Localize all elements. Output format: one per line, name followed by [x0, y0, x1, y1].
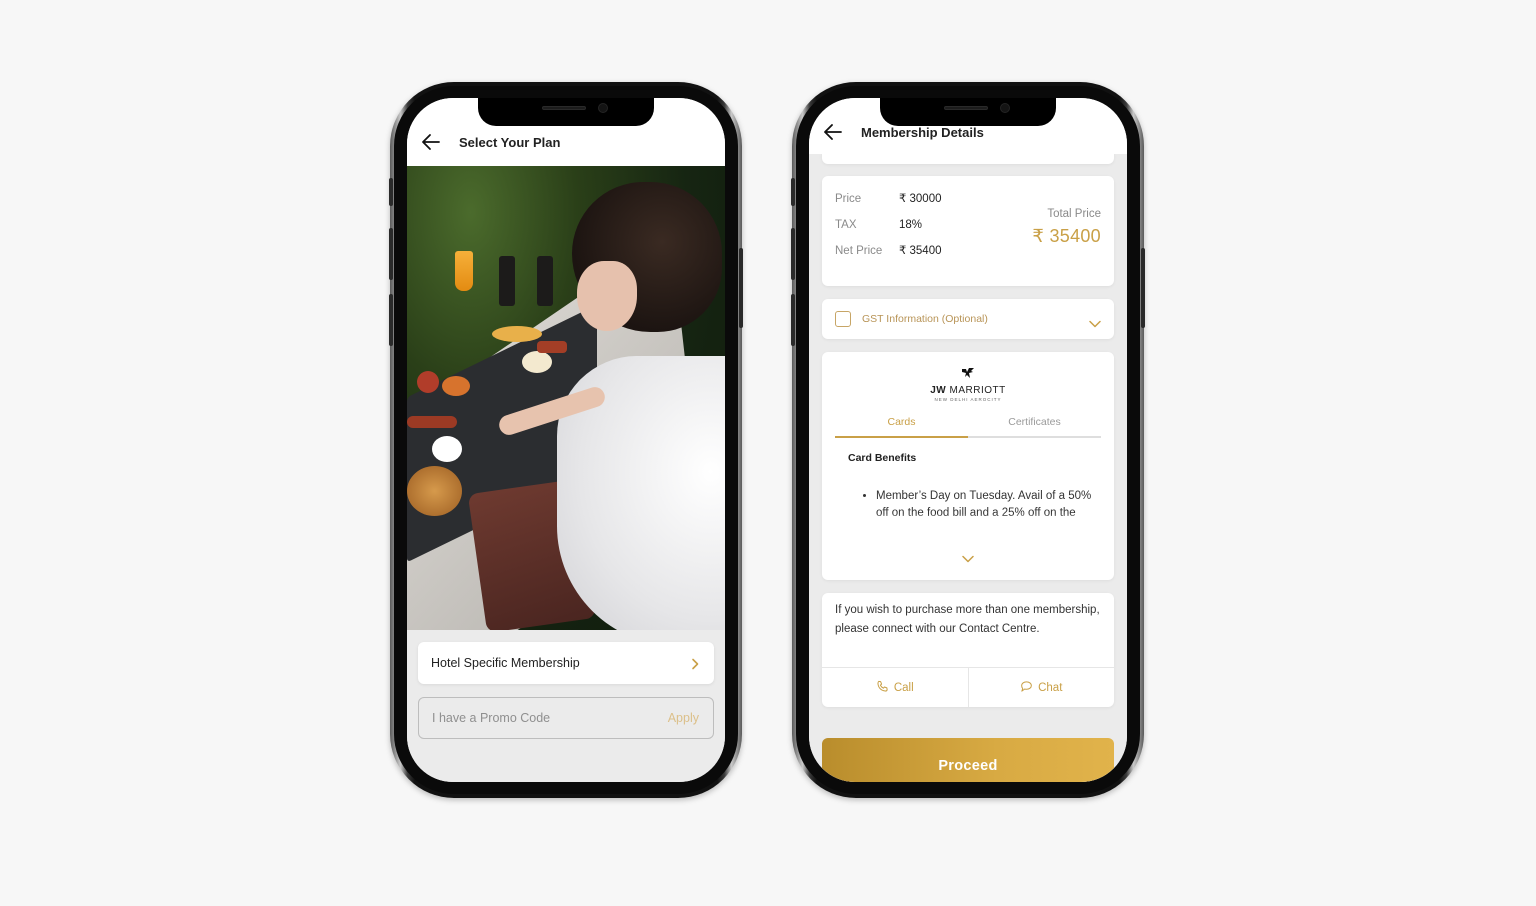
- chat-bubble-icon: [1020, 680, 1033, 696]
- chat-button[interactable]: Chat: [967, 668, 1115, 707]
- page-title: Membership Details: [861, 125, 984, 140]
- phone-mockup-membership-details: Membership Details Price ₹ 30000 TAX 18%…: [791, 82, 1145, 798]
- price-label: Price: [835, 193, 862, 205]
- chat-label: Chat: [1038, 681, 1063, 694]
- mute-switch: [389, 178, 393, 206]
- total-price: Total Price ₹ 35400: [1032, 190, 1101, 272]
- hotel-specific-membership-option[interactable]: Hotel Specific Membership: [418, 642, 714, 684]
- screen: Select Your Plan Hotel Specific Membersh…: [407, 98, 725, 782]
- tab-cards[interactable]: Cards: [835, 416, 968, 438]
- card-benefits-title: Card Benefits: [848, 452, 917, 464]
- plan-content: Hotel Specific Membership Apply: [407, 630, 725, 782]
- food-ramekin: [432, 436, 462, 462]
- food-egg: [522, 351, 552, 373]
- jw-marriott-logo: JW MARRIOTT NEW DELHI AEROCITY: [835, 366, 1101, 402]
- speaker: [944, 106, 988, 110]
- tax-label: TAX: [835, 219, 857, 231]
- volume-up-button: [389, 228, 393, 280]
- food-bacon: [537, 341, 567, 353]
- brand-name-rest: MARRIOTT: [946, 385, 1006, 396]
- contact-centre-card: If you wish to purchase more than one me…: [822, 593, 1114, 707]
- arrow-left-icon[interactable]: [421, 132, 441, 152]
- details-scroll-area[interactable]: Price ₹ 30000 TAX 18% Net Price ₹ 35400 …: [809, 152, 1127, 782]
- screen: Membership Details Price ₹ 30000 TAX 18%…: [809, 98, 1127, 782]
- salt-grinder: [537, 256, 553, 306]
- brand-subtitle: NEW DELHI AEROCITY: [934, 397, 1002, 402]
- phone-icon: [876, 680, 889, 696]
- arrow-left-icon[interactable]: [823, 122, 843, 142]
- notch: [478, 98, 654, 126]
- proceed-button[interactable]: Proceed: [822, 738, 1114, 782]
- notch: [880, 98, 1056, 126]
- food-omelette: [492, 326, 542, 342]
- total-price-label: Total Price: [1047, 208, 1101, 220]
- face: [577, 261, 637, 331]
- total-price-value: ₹ 35400: [1032, 226, 1101, 246]
- speaker: [542, 106, 586, 110]
- food-sausage: [407, 416, 457, 428]
- pepper-grinder: [499, 256, 515, 306]
- brand-name-bold: JW: [930, 385, 947, 396]
- benefit-item: Member’s Day on Tuesday. Avail of a 50% …: [876, 488, 1101, 522]
- mimosa-glass: [455, 251, 473, 291]
- brand-name: JW MARRIOTT: [835, 385, 1101, 396]
- front-camera: [598, 103, 608, 113]
- contact-message: If you wish to purchase more than one me…: [835, 604, 1100, 635]
- net-price-value: ₹ 35400: [899, 245, 942, 257]
- tab-certificates[interactable]: Certificates: [968, 416, 1101, 436]
- price-value: ₹ 30000: [899, 193, 942, 205]
- contact-actions: Call Chat: [822, 667, 1114, 707]
- volume-down-button: [389, 294, 393, 346]
- food-pastries: [407, 466, 462, 516]
- food-avocado-toast: [442, 376, 470, 396]
- membership-brand-card: JW MARRIOTT NEW DELHI AEROCITY Cards Cer…: [822, 352, 1114, 580]
- plan-option-label: Hotel Specific Membership: [431, 656, 580, 670]
- power-button: [1141, 248, 1145, 328]
- chevron-down-icon: [1089, 315, 1101, 328]
- gst-label: GST Information (Optional): [862, 313, 988, 325]
- benefit-list: Member’s Day on Tuesday. Avail of a 50% …: [862, 488, 1101, 522]
- page-title: Select Your Plan: [459, 135, 561, 150]
- volume-down-button: [791, 294, 795, 346]
- price-summary-card: Price ₹ 30000 TAX 18% Net Price ₹ 35400 …: [822, 176, 1114, 286]
- net-price-label: Net Price: [835, 245, 883, 257]
- food-tomato: [417, 371, 439, 393]
- call-button[interactable]: Call: [822, 668, 968, 707]
- gst-information-toggle[interactable]: GST Information (Optional): [822, 299, 1114, 339]
- volume-up-button: [791, 228, 795, 280]
- mute-switch: [791, 178, 795, 206]
- phone-mockup-select-plan: Select Your Plan Hotel Specific Membersh…: [389, 82, 743, 798]
- tax-value: 18%: [899, 219, 923, 231]
- expand-benefits-chevron-icon[interactable]: [962, 550, 974, 568]
- front-camera: [1000, 103, 1010, 113]
- membership-tabs: Cards Certificates: [835, 416, 1101, 438]
- apply-button[interactable]: Apply: [668, 711, 699, 725]
- hero-image: [407, 166, 725, 630]
- call-label: Call: [893, 681, 914, 694]
- promo-code-field: Apply: [418, 697, 714, 739]
- gst-checkbox[interactable]: [835, 311, 851, 327]
- chevron-right-icon: [690, 657, 700, 670]
- promo-code-input[interactable]: [432, 711, 668, 725]
- griffin-logo-icon: [961, 366, 975, 378]
- price-breakdown: Price ₹ 30000 TAX 18% Net Price ₹ 35400: [835, 192, 942, 272]
- power-button: [739, 248, 743, 328]
